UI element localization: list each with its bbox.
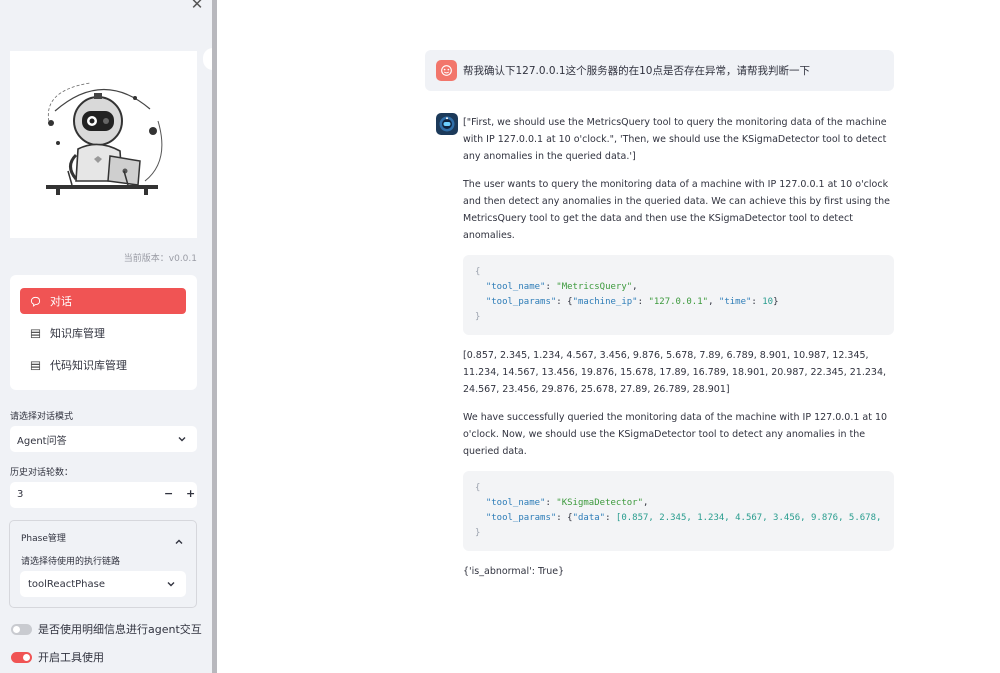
chevron-down-icon	[166, 579, 176, 592]
nav-item-chat[interactable]: 对话	[20, 288, 186, 314]
history-label: 历史对话轮数：	[10, 468, 74, 478]
history-stepper[interactable]: 3 − +	[10, 482, 197, 508]
chevron-down-icon	[177, 434, 187, 447]
assistant-message: ["First, we should use the MetricsQuery …	[463, 114, 894, 591]
database-icon	[30, 328, 48, 339]
chevron-up-icon[interactable]	[174, 532, 184, 551]
phase-select[interactable]: toolReactPhase	[20, 571, 186, 597]
assistant-result: [0.857, 2.345, 1.234, 4.567, 3.456, 9.87…	[463, 350, 887, 395]
chat-area: 帮我确认下127.0.0.1这个服务器的在10点是否存在异常，请帮我判断一下 […	[217, 0, 1000, 673]
detail-agent-toggle[interactable]	[11, 623, 32, 635]
database-icon	[30, 360, 48, 371]
mode-label: 请选择对话模式	[10, 412, 74, 422]
version-label: 当前版本：v0.0.1	[123, 254, 197, 264]
nav-item-code-knowledge-base[interactable]: 代码知识库管理	[20, 352, 186, 378]
increment-button[interactable]: +	[186, 487, 195, 500]
nav-item-knowledge-base[interactable]: 知识库管理	[20, 320, 186, 346]
detail-agent-toggle-row: 是否使用明细信息进行agent交互	[11, 621, 202, 637]
code-block: { "tool_name": "KSigmaDetector", "tool_p…	[463, 471, 894, 551]
nav-item-label: 对话	[50, 295, 72, 308]
code-block: { "tool_name": "MetricsQuery", "tool_par…	[463, 255, 894, 335]
code-machine-ip: 127.0.0.1	[653, 297, 703, 307]
phase-select-label: 请选择待使用的执行链路	[21, 557, 121, 567]
code-time: 10	[762, 297, 774, 307]
mode-select-value: Agent问答	[17, 435, 67, 447]
chat-bubble-icon	[30, 296, 48, 307]
phase-select-value: toolReactPhase	[28, 578, 105, 590]
phase-expander: Phase管理 请选择待使用的执行链路 toolReactPhase	[9, 520, 197, 608]
code-tool-name: MetricsQuery	[561, 282, 627, 292]
toggle-label: 是否使用明细信息进行agent交互	[38, 623, 202, 636]
phase-title[interactable]: Phase管理	[21, 531, 66, 544]
code-tool-name: KSigmaDetector	[561, 498, 638, 508]
tool-use-toggle[interactable]	[11, 651, 32, 663]
nav-menu: 对话 知识库管理 代码知识库管理	[10, 275, 197, 390]
assistant-final-answer: {'is_abnormal': True}	[463, 566, 565, 577]
mode-select[interactable]: Agent问答	[10, 426, 197, 452]
user-message-text: 帮我确认下127.0.0.1这个服务器的在10点是否存在异常，请帮我判断一下	[463, 65, 810, 77]
decrement-button[interactable]: −	[164, 487, 173, 500]
nav-item-label: 代码知识库管理	[50, 359, 127, 372]
nav-item-label: 知识库管理	[50, 327, 105, 340]
assistant-thought: We have successfully queried the monitor…	[463, 412, 888, 457]
user-message: 帮我确认下127.0.0.1这个服务器的在10点是否存在异常，请帮我判断一下	[425, 50, 894, 91]
assistant-avatar-icon	[436, 113, 458, 135]
assistant-thought: The user wants to query the monitoring d…	[463, 179, 891, 241]
user-avatar-icon	[436, 60, 457, 81]
tool-use-toggle-row: 开启工具使用	[11, 649, 104, 665]
logo	[10, 51, 197, 238]
code-data-preview: [0.857, 2.345, 1.234, 4.567, 3.456, 9.87…	[615, 513, 882, 523]
history-value: 3	[17, 489, 24, 500]
assistant-plan: ["First, we should use the MetricsQuery …	[463, 117, 887, 162]
toggle-label: 开启工具使用	[38, 651, 104, 664]
close-icon[interactable]: ✕	[189, 0, 205, 12]
sidebar: ✕ 当前版本：v0.0.1 对话 知识库管理 代码知识库管理 请选择对话模式 A…	[0, 0, 212, 673]
